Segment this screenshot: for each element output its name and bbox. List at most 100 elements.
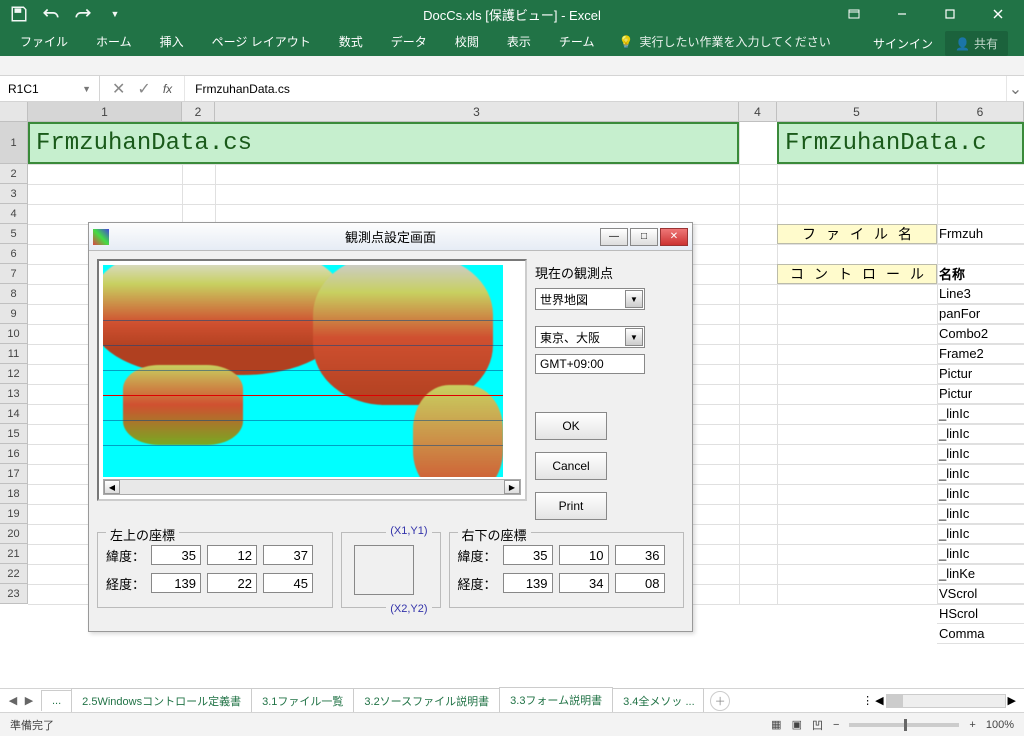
name-box-dropdown-icon[interactable]: ▼ xyxy=(82,84,91,94)
row-header[interactable]: 4 xyxy=(0,204,28,224)
br-lat-min[interactable] xyxy=(559,545,609,565)
sheet-tab[interactable]: 2.5Windowsコントロール定義書 xyxy=(71,688,252,713)
worksheet-grid[interactable]: 1 2 3 4 5 6 1 2 3 4 5 6 7 8 9 10 11 12 1… xyxy=(0,102,1024,702)
combo-city[interactable]: 東京、大阪▼ xyxy=(535,326,645,348)
fx-icon[interactable]: fx xyxy=(163,82,172,96)
row-header[interactable]: 13 xyxy=(0,384,28,404)
zoom-out-button[interactable]: − xyxy=(833,719,839,731)
list-item[interactable]: panFor xyxy=(937,304,1024,324)
row-header[interactable]: 21 xyxy=(0,544,28,564)
tab-page-layout[interactable]: ページ レイアウト xyxy=(198,27,325,56)
row-header[interactable]: 5 xyxy=(0,224,28,244)
qat-dropdown-icon[interactable]: ▼ xyxy=(106,5,124,23)
list-item[interactable]: _linIc xyxy=(937,544,1024,564)
tab-file[interactable]: ファイル xyxy=(6,27,82,56)
tab-view[interactable]: 表示 xyxy=(493,27,545,56)
chevron-down-icon[interactable]: ▼ xyxy=(625,328,643,346)
dialog-maximize-button[interactable]: □ xyxy=(630,228,658,246)
row-header[interactable]: 12 xyxy=(0,364,28,384)
ribbon-display-options-icon[interactable] xyxy=(832,0,876,28)
dialog-titlebar[interactable]: 観測点設定画面 — □ ✕ xyxy=(89,223,692,251)
signin-link[interactable]: サインイン xyxy=(873,35,933,52)
column-header[interactable]: 2 xyxy=(182,102,215,121)
tab-team[interactable]: チーム xyxy=(545,27,609,56)
cells-area[interactable]: FrmzuhanData.cs FrmzuhanData.c ファイル名 コント… xyxy=(28,122,1024,604)
column-header[interactable]: 3 xyxy=(215,102,739,121)
row-header[interactable]: 3 xyxy=(0,184,28,204)
br-lon-min[interactable] xyxy=(559,573,609,593)
sheet-nav-next-icon[interactable]: ▶ xyxy=(22,694,36,707)
undo-icon[interactable] xyxy=(42,5,60,23)
add-sheet-button[interactable]: ＋ xyxy=(710,691,730,711)
row-header[interactable]: 14 xyxy=(0,404,28,424)
tab-insert[interactable]: 挿入 xyxy=(146,27,198,56)
row-header[interactable]: 20 xyxy=(0,524,28,544)
row-header[interactable]: 2 xyxy=(0,164,28,184)
list-item[interactable]: _linKe xyxy=(937,564,1024,584)
list-item[interactable]: _linIc xyxy=(937,484,1024,504)
list-item[interactable]: Line3 xyxy=(937,284,1024,304)
row-header[interactable]: 23 xyxy=(0,584,28,604)
list-item[interactable]: HScrol xyxy=(937,604,1024,624)
sheet-tab[interactable]: 3.4全メソッ ... xyxy=(612,688,704,713)
row-header[interactable]: 9 xyxy=(0,304,28,324)
dialog-close-button[interactable]: ✕ xyxy=(660,228,688,246)
formula-bar-expand-icon[interactable]: ⌄ xyxy=(1006,76,1024,101)
chevron-down-icon[interactable]: ▼ xyxy=(625,290,643,308)
cell-name-header[interactable]: 名称 xyxy=(937,264,1024,284)
zoom-in-button[interactable]: + xyxy=(969,719,975,731)
sheet-tab-overflow[interactable]: ... xyxy=(41,690,72,711)
tl-lat-min[interactable] xyxy=(207,545,257,565)
view-page-break-icon[interactable]: 凹 xyxy=(812,717,823,733)
cell-filename-value[interactable]: Frmzuh xyxy=(937,224,1024,244)
sheet-nav-buttons[interactable]: ◀ ▶ xyxy=(0,694,42,707)
sheet-nav-prev-icon[interactable]: ◀ xyxy=(6,694,20,707)
row-header[interactable]: 15 xyxy=(0,424,28,444)
name-box[interactable]: R1C1 ▼ xyxy=(0,76,100,101)
tab-formulas[interactable]: 数式 xyxy=(325,27,377,56)
zoom-level-label[interactable]: 100% xyxy=(986,719,1014,731)
list-item[interactable]: _linIc xyxy=(937,524,1024,544)
print-button[interactable]: Print xyxy=(535,492,607,520)
row-header[interactable]: 11 xyxy=(0,344,28,364)
save-icon[interactable] xyxy=(10,5,28,23)
redo-icon[interactable] xyxy=(74,5,92,23)
view-page-layout-icon[interactable]: ▣ xyxy=(792,718,802,731)
scroll-track[interactable] xyxy=(886,694,1006,708)
cell-title-1[interactable]: FrmzuhanData.cs xyxy=(28,122,739,164)
label-file-name[interactable]: ファイル名 xyxy=(777,224,937,244)
sheet-tab[interactable]: 3.1ファイル一覧 xyxy=(251,688,354,713)
cancel-button[interactable]: Cancel xyxy=(535,452,607,480)
column-header[interactable]: 5 xyxy=(777,102,937,121)
row-header[interactable]: 17 xyxy=(0,464,28,484)
tl-lon-deg[interactable] xyxy=(151,573,201,593)
tl-lat-deg[interactable] xyxy=(151,545,201,565)
gmt-field[interactable]: GMT+09:00 xyxy=(535,354,645,374)
scroll-right-icon[interactable]: ▶ xyxy=(1008,694,1016,707)
list-item[interactable]: Comma xyxy=(937,624,1024,644)
br-lat-sec[interactable] xyxy=(615,545,665,565)
cell-title-2[interactable]: FrmzuhanData.c xyxy=(777,122,1024,164)
list-item[interactable]: _linIc xyxy=(937,504,1024,524)
scroll-left-icon[interactable]: ◀ xyxy=(104,480,120,494)
enter-formula-icon[interactable]: ✓ xyxy=(137,79,150,99)
ok-button[interactable]: OK xyxy=(535,412,607,440)
scroll-right-icon[interactable]: ▶ xyxy=(504,480,520,494)
formula-input[interactable]: FrmzuhanData.cs xyxy=(185,76,1006,101)
column-header[interactable]: 4 xyxy=(739,102,777,121)
maximize-button[interactable] xyxy=(928,0,972,28)
dialog-minimize-button[interactable]: — xyxy=(600,228,628,246)
row-header[interactable]: 19 xyxy=(0,504,28,524)
list-item[interactable]: _linIc xyxy=(937,464,1024,484)
cancel-formula-icon[interactable]: ✕ xyxy=(112,79,125,99)
br-lon-sec[interactable] xyxy=(615,573,665,593)
tab-review[interactable]: 校閲 xyxy=(441,27,493,56)
br-lon-deg[interactable] xyxy=(503,573,553,593)
tab-data[interactable]: データ xyxy=(377,27,441,56)
column-header[interactable]: 1 xyxy=(28,102,182,121)
list-item[interactable]: Pictur xyxy=(937,364,1024,384)
select-all-corner[interactable] xyxy=(0,102,28,121)
row-header[interactable]: 18 xyxy=(0,484,28,504)
world-map-image[interactable] xyxy=(103,265,503,477)
close-button[interactable] xyxy=(976,0,1020,28)
